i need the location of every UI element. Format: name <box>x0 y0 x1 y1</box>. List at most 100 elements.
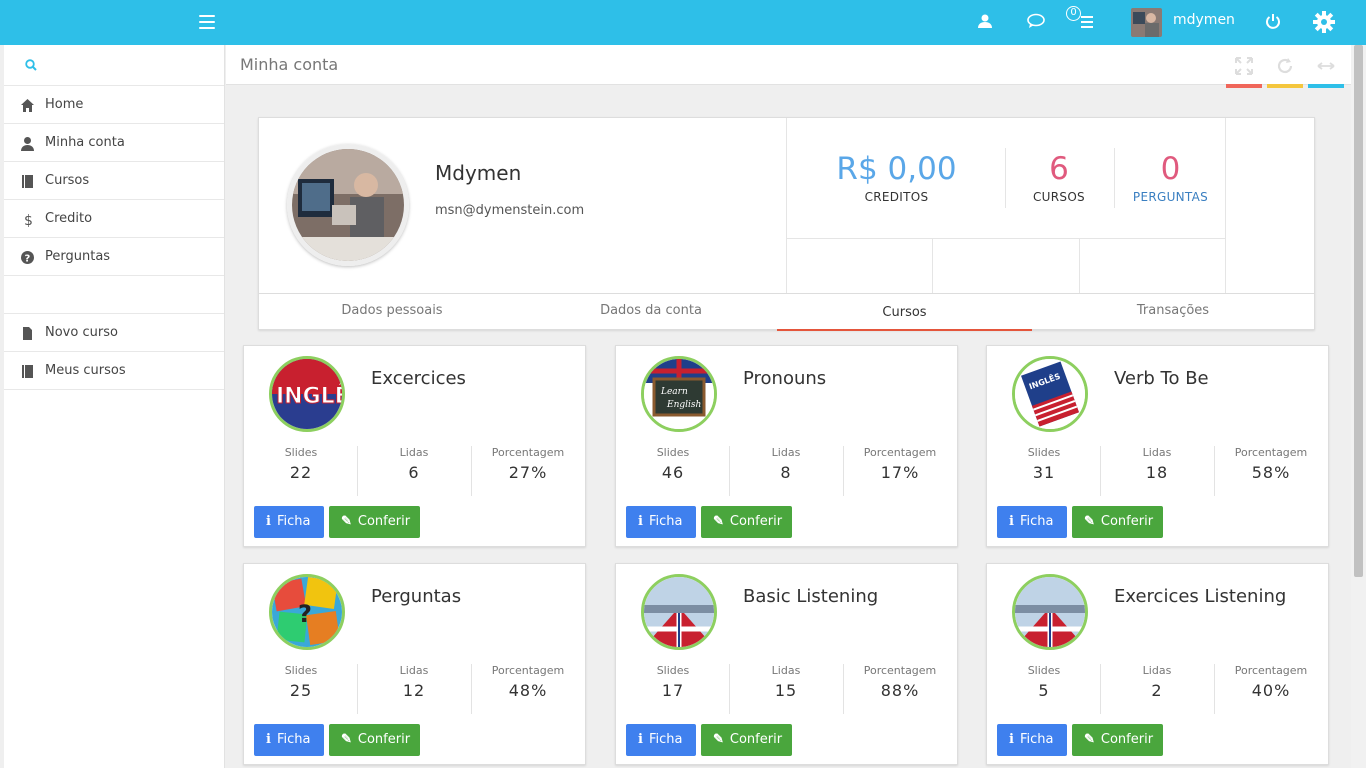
conferir-button[interactable]: ✎ Conferir <box>701 506 792 538</box>
info-icon: i <box>1009 732 1014 747</box>
stat-porcentagem: Porcentagem 40% <box>1214 664 1328 700</box>
profile-avatar <box>287 144 409 266</box>
blue-bar <box>1308 84 1344 88</box>
sidebar-item-label: Perguntas <box>45 249 111 264</box>
ficha-button[interactable]: i Ficha <box>626 506 696 538</box>
stat-caption: CURSOS <box>1033 190 1085 204</box>
tab-dados-pessoais[interactable]: Dados pessoais <box>259 294 525 331</box>
avatar[interactable] <box>1131 8 1162 37</box>
stat-value: 25 <box>289 681 313 700</box>
ficha-button[interactable]: i Ficha <box>254 506 324 538</box>
menu-toggle-icon[interactable] <box>199 15 215 29</box>
course-card: Learn English Pronouns Slides 46 Lidas 8 … <box>615 345 958 547</box>
stat-perguntas[interactable]: 0 PERGUNTAS <box>1123 150 1218 204</box>
ficha-button[interactable]: i Ficha <box>997 506 1067 538</box>
scrollbar-thumb[interactable] <box>1354 45 1363 577</box>
yellow-bar <box>1267 84 1303 88</box>
notification-badge[interactable]: 0 <box>1066 6 1081 21</box>
course-title: Perguntas <box>371 586 462 607</box>
users-icon[interactable] <box>976 12 998 34</box>
stat-lidas: Lidas 8 <box>729 446 843 482</box>
divider <box>932 238 933 293</box>
conferir-label: Conferir <box>1100 732 1154 747</box>
conferir-label: Conferir <box>729 514 783 529</box>
conferir-label: Conferir <box>1100 514 1154 529</box>
stat-label: Slides <box>656 664 690 677</box>
sidebar-item-meus-cursos[interactable]: Meus cursos <box>4 352 224 390</box>
ficha-button[interactable]: i Ficha <box>997 724 1067 756</box>
stat-value: 6 <box>408 463 420 482</box>
info-icon: i <box>266 514 271 529</box>
sidebar-item-home[interactable]: Home <box>4 86 224 124</box>
ficha-label: Ficha <box>276 732 311 747</box>
stat-porcentagem: Porcentagem 88% <box>843 664 957 700</box>
conferir-label: Conferir <box>729 732 783 747</box>
tab-transacoes[interactable]: Transações <box>1032 294 1314 331</box>
course-thumbnail: Learn English <box>641 356 717 432</box>
ficha-label: Ficha <box>276 514 311 529</box>
svg-text:?: ? <box>298 600 312 628</box>
profile-card: Mdymen msn@dymenstein.com R$ 0,00 CREDIT… <box>258 117 1315 331</box>
info-icon: i <box>266 732 271 747</box>
stat-value: 2 <box>1151 681 1163 700</box>
course-card: ? Perguntas Slides 25 Lidas 12 Porcentag… <box>243 563 586 765</box>
conferir-button[interactable]: ✎ Conferir <box>1072 724 1163 756</box>
stat-value: 5 <box>1038 681 1050 700</box>
fullscreen-button[interactable] <box>1226 45 1262 88</box>
stat-label: Slides <box>284 664 318 677</box>
sidebar-item-perguntas[interactable]: ? Perguntas <box>4 238 224 276</box>
user-icon <box>21 137 34 151</box>
sidebar-item-minha-conta[interactable]: Minha conta <box>4 124 224 162</box>
divider <box>1225 118 1226 293</box>
search-icon <box>25 59 37 71</box>
scrollbar[interactable] <box>1351 45 1366 768</box>
sidebar-spacer <box>4 276 224 314</box>
info-icon: i <box>1009 514 1014 529</box>
stat-cursos: 6 CURSOS <box>1019 150 1099 204</box>
refresh-button[interactable] <box>1267 45 1303 88</box>
stat-slides: Slides 46 <box>616 446 730 482</box>
sidebar-search <box>4 45 224 86</box>
pencil-icon: ✎ <box>341 732 352 747</box>
course-thumbnail: ? <box>269 574 345 650</box>
course-title: Pronouns <box>743 368 827 389</box>
ficha-button[interactable]: i Ficha <box>254 724 324 756</box>
divider <box>786 238 1226 239</box>
resize-button[interactable] <box>1308 45 1344 88</box>
stat-value: 12 <box>402 681 426 700</box>
course-title: Exercices Listening <box>1114 586 1287 607</box>
ficha-label: Ficha <box>648 514 683 529</box>
stat-value: 0 <box>1160 151 1181 187</box>
stat-label: Lidas <box>1142 664 1172 677</box>
tab-dados-da-conta[interactable]: Dados da conta <box>525 294 777 331</box>
conferir-button[interactable]: ✎ Conferir <box>329 724 420 756</box>
sidebar-item-cursos[interactable]: Cursos <box>4 162 224 200</box>
sidebar-item-label: Minha conta <box>45 135 125 150</box>
gear-icon[interactable] <box>1312 10 1335 33</box>
course-thumbnail: INGLÊS <box>1012 356 1088 432</box>
ficha-button[interactable]: i Ficha <box>626 724 696 756</box>
stat-label: Slides <box>656 446 690 459</box>
stat-caption[interactable]: PERGUNTAS <box>1123 190 1218 204</box>
username[interactable]: mdymen <box>1173 12 1235 28</box>
conferir-button[interactable]: ✎ Conferir <box>701 724 792 756</box>
search-input[interactable] <box>44 53 214 77</box>
sidebar-item-label: Novo curso <box>45 325 118 340</box>
stat-slides: Slides 22 <box>244 446 358 482</box>
profile-email: msn@dymenstein.com <box>435 203 585 218</box>
stat-value: 17 <box>661 681 685 700</box>
ficha-label: Ficha <box>1019 514 1054 529</box>
stat-lidas: Lidas 2 <box>1100 664 1214 700</box>
power-icon[interactable] <box>1264 12 1286 34</box>
stat-label: Lidas <box>1142 446 1172 459</box>
course-title: Excercices <box>371 368 466 389</box>
conferir-button[interactable]: ✎ Conferir <box>1072 506 1163 538</box>
stat-creditos: R$ 0,00 CREDITOS <box>819 150 974 204</box>
sidebar-item-label: Cursos <box>45 173 90 188</box>
sidebar-item-credito[interactable]: $ Credito <box>4 200 224 238</box>
chat-icon[interactable] <box>1026 12 1048 34</box>
info-icon: i <box>638 732 643 747</box>
conferir-button[interactable]: ✎ Conferir <box>329 506 420 538</box>
tab-cursos[interactable]: Cursos <box>777 294 1032 331</box>
sidebar-item-novo-curso[interactable]: Novo curso <box>4 314 224 352</box>
